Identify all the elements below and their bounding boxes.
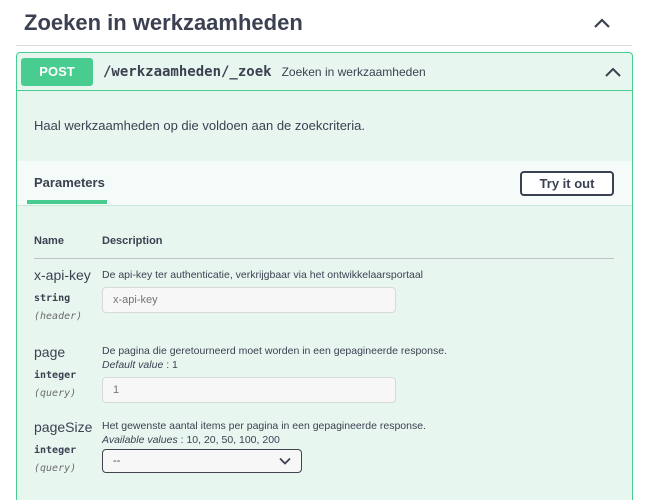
param-available-values: Available values : 10, 20, 50, 100, 200 [102, 434, 280, 446]
method-badge: POST [21, 57, 93, 86]
section-title: Zoeken in werkzaamheden [24, 9, 303, 35]
operation-summary-text: Zoeken in werkzaamheden [281, 64, 426, 79]
section-collapse-button[interactable] [586, 7, 618, 39]
page-input[interactable] [102, 377, 396, 403]
column-header-name: Name [34, 235, 64, 247]
x-api-key-input[interactable] [102, 287, 396, 313]
param-description: Het gewenste aantal items per pagina in … [102, 420, 426, 432]
parameters-header: Parameters Try it out [17, 161, 632, 206]
default-value-label: Default value [102, 359, 164, 371]
available-values: : 10, 20, 50, 100, 200 [177, 434, 280, 446]
page-size-select[interactable]: -- [102, 449, 302, 473]
param-location: (query) [34, 388, 77, 399]
param-name: pageSize [34, 419, 93, 435]
param-description: De pagina die geretourneerd moet worden … [102, 345, 447, 357]
operation-path: /werkzaamheden/_zoek [103, 63, 272, 80]
tab-parameters[interactable]: Parameters [34, 175, 105, 190]
section-header[interactable]: Zoeken in werkzaamheden [16, 0, 632, 46]
operation-block: POST /werkzaamheden/_zoek Zoeken in werk… [16, 52, 633, 500]
param-type: integer [34, 445, 77, 456]
available-values-label: Available values [102, 434, 178, 446]
chevron-up-icon [605, 67, 621, 77]
select-value: -- [113, 455, 121, 467]
param-name: page [34, 344, 66, 360]
param-name: x-api-key [34, 267, 91, 283]
table-header-divider [34, 258, 614, 259]
chevron-up-icon [594, 17, 610, 28]
operation-collapse-button[interactable] [598, 57, 628, 87]
operation-summary[interactable]: POST /werkzaamheden/_zoek Zoeken in werk… [17, 53, 632, 91]
param-type: string [34, 293, 71, 304]
chevron-down-icon [279, 457, 291, 465]
column-header-description: Description [102, 235, 163, 247]
param-location: (header) [34, 311, 83, 322]
tab-active-indicator [27, 200, 107, 204]
param-default-value: Default value : 1 [102, 359, 178, 371]
param-location: (query) [34, 463, 77, 474]
try-it-out-button[interactable]: Try it out [520, 171, 614, 196]
param-type: integer [34, 370, 77, 381]
default-value: : 1 [163, 359, 178, 371]
param-description: De api-key ter authenticatie, verkrijgba… [102, 269, 423, 281]
